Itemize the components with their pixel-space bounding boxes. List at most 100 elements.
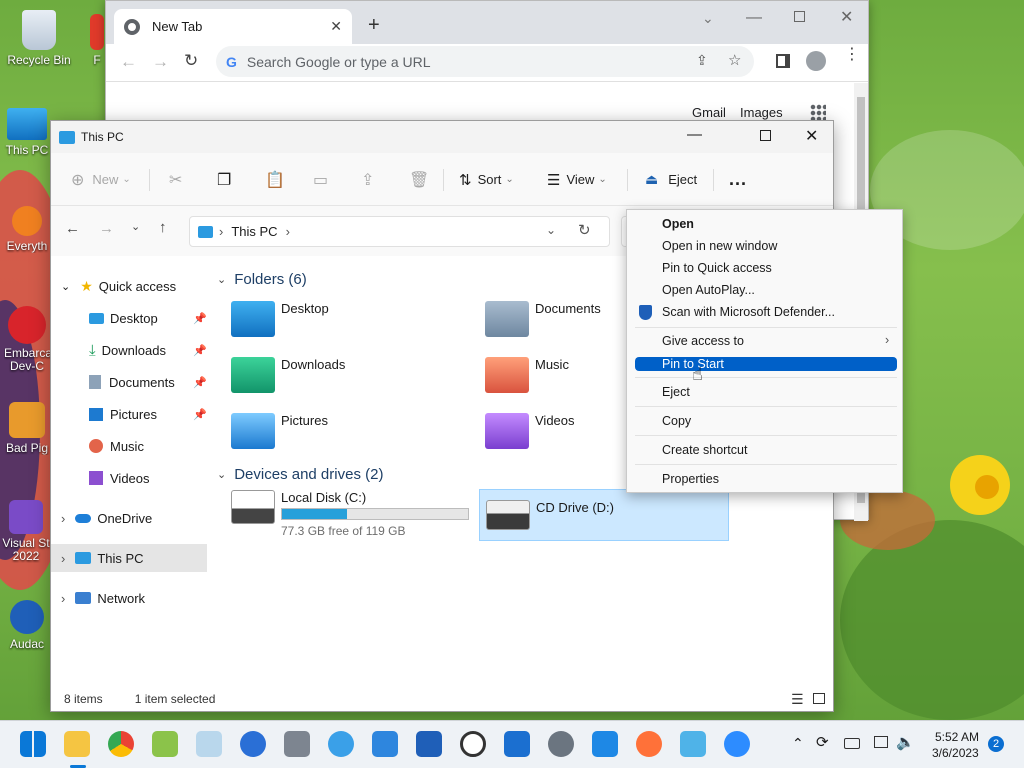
menu-kebab-icon[interactable]: ⋮ xyxy=(844,47,860,63)
reload-icon[interactable]: ↻ xyxy=(184,51,198,71)
chart-app-taskbar-icon[interactable] xyxy=(196,731,222,757)
close-tab-icon[interactable]: ✕ xyxy=(330,18,342,35)
minimize-icon[interactable]: — xyxy=(687,126,702,143)
more-options-icon[interactable]: ... xyxy=(729,153,747,206)
start-button-icon[interactable] xyxy=(20,731,46,757)
menu-copy[interactable]: Copy xyxy=(635,410,897,432)
notepad-taskbar-icon[interactable] xyxy=(372,731,398,757)
photos-taskbar-icon[interactable] xyxy=(416,731,442,757)
calculator-taskbar-icon[interactable] xyxy=(284,731,310,757)
desktop-icon-recycle-bin[interactable]: Recycle Bin xyxy=(4,10,74,67)
headphones-taskbar-icon[interactable] xyxy=(240,731,266,757)
star-icon[interactable]: ☆ xyxy=(728,51,741,69)
drives-section-header[interactable]: ⌄ Devices and drives (2) xyxy=(217,466,383,483)
sort-button[interactable]: ⇅ Sort ⌄ xyxy=(459,153,514,206)
share-icon[interactable]: ⇪ xyxy=(696,52,708,69)
desktop-icon-bad-piggies[interactable]: Bad Pig xyxy=(4,402,50,455)
zoom-taskbar-icon[interactable] xyxy=(724,731,750,757)
details-view-icon[interactable]: ☰ xyxy=(791,691,804,708)
folder-music[interactable]: Music xyxy=(485,357,569,393)
rename-icon[interactable]: ▭ xyxy=(313,153,328,206)
folder-downloads[interactable]: Downloads xyxy=(231,357,345,393)
menu-open-new-window[interactable]: Open in new window xyxy=(635,235,897,257)
maximize-icon[interactable] xyxy=(760,130,771,141)
delete-icon[interactable]: 🗑 xyxy=(409,153,429,206)
nav-onedrive[interactable]: › OneDrive xyxy=(51,504,207,532)
view-button[interactable]: ☰ View ⌄ xyxy=(547,153,607,206)
speaker-icon[interactable]: 🔈 xyxy=(896,733,915,751)
menu-open-autoplay[interactable]: Open AutoPlay... xyxy=(635,279,897,301)
drive-d[interactable]: CD Drive (D:) xyxy=(479,489,729,541)
apps-grid-icon[interactable] xyxy=(810,104,826,120)
menu-pin-to-start[interactable]: Pin to Start xyxy=(635,357,897,371)
nav-pictures[interactable]: Pictures 📌 xyxy=(51,400,207,428)
chrome-taskbar-icon[interactable] xyxy=(108,731,134,757)
nav-videos[interactable]: Videos xyxy=(51,464,207,492)
menu-scan-defender[interactable]: Scan with Microsoft Defender... xyxy=(635,301,897,323)
menu-give-access[interactable]: Give access to › xyxy=(635,330,897,352)
side-panel-icon[interactable] xyxy=(776,54,790,68)
new-tab-icon[interactable]: + xyxy=(368,14,380,37)
calendar-taskbar-icon[interactable] xyxy=(592,731,618,757)
desktop-icon-this-pc[interactable]: This PC xyxy=(4,108,50,157)
folders-section-header[interactable]: ⌄ Folders (6) xyxy=(217,271,307,288)
notification-badge[interactable]: 2 xyxy=(988,736,1004,752)
desktop-icon-everything[interactable]: Everyth xyxy=(4,206,50,253)
chevron-right-icon[interactable]: › xyxy=(61,551,65,566)
monitor-app-taskbar-icon[interactable] xyxy=(680,731,706,757)
copy-icon[interactable]: ❐ xyxy=(217,153,231,206)
folder-desktop[interactable]: Desktop xyxy=(231,301,329,337)
nav-network[interactable]: › Network xyxy=(51,584,207,612)
new-button[interactable]: ⊕ New ⌄ xyxy=(71,153,131,206)
back-icon[interactable]: ← xyxy=(65,220,80,237)
drive-c[interactable]: Local Disk (C:) 77.3 GB free of 119 GB xyxy=(231,490,471,540)
maximize-icon[interactable] xyxy=(794,11,805,22)
close-icon[interactable]: ✕ xyxy=(805,126,818,146)
chrome-tab[interactable]: New Tab ✕ xyxy=(114,9,352,44)
menu-open[interactable]: Open xyxy=(635,213,897,235)
nav-desktop[interactable]: Desktop 📌 xyxy=(51,304,207,332)
chevron-down-icon[interactable]: ⌄ xyxy=(61,280,70,293)
folder-documents[interactable]: Documents xyxy=(485,301,601,337)
clock-taskbar-icon[interactable] xyxy=(460,731,486,757)
nav-documents[interactable]: Documents 📌 xyxy=(51,368,207,396)
menu-pin-quick-access[interactable]: Pin to Quick access xyxy=(635,257,897,279)
forward-icon[interactable]: → xyxy=(152,52,169,72)
pig-game-taskbar-icon[interactable] xyxy=(152,731,178,757)
close-icon[interactable]: ✕ xyxy=(840,7,853,27)
store-taskbar-icon[interactable] xyxy=(504,731,530,757)
clock-time[interactable]: 5:52 AM xyxy=(935,730,979,744)
folder-pictures[interactable]: Pictures xyxy=(231,413,328,449)
desktop-icon-visual-studio[interactable]: Visual St 2022 xyxy=(2,500,50,563)
nav-downloads[interactable]: ⤓ Downloads 📌 xyxy=(51,336,207,364)
address-bar[interactable]: › This PC › ⌄ ↻ xyxy=(189,216,610,247)
sync-icon[interactable]: ⟳ xyxy=(816,733,829,751)
cut-icon[interactable]: ✂ xyxy=(169,153,182,206)
desktop-icon-embarcadero[interactable]: Embarca Dev-C xyxy=(4,306,50,373)
settings-gear-taskbar-icon[interactable] xyxy=(548,731,574,757)
network-icon[interactable] xyxy=(874,736,888,748)
folder-videos[interactable]: Videos xyxy=(485,413,575,449)
omnibox[interactable]: G Search Google or type a URL ⇪ ☆ xyxy=(216,46,754,77)
firefox-taskbar-icon[interactable] xyxy=(636,731,662,757)
file-explorer-taskbar-icon[interactable] xyxy=(64,731,90,757)
paste-icon[interactable]: 📋 xyxy=(265,153,285,206)
recent-chevron-icon[interactable]: ⌄ xyxy=(131,220,140,233)
nav-music[interactable]: Music xyxy=(51,432,207,460)
address-history-icon[interactable]: ⌄ xyxy=(546,223,556,237)
chevron-right-icon[interactable]: › xyxy=(61,591,65,606)
nav-this-pc[interactable]: › This PC xyxy=(51,544,207,572)
chevron-up-icon[interactable]: ⌃ xyxy=(792,735,804,752)
gmail-link[interactable]: Gmail xyxy=(692,105,726,120)
share-icon[interactable]: ⇪ xyxy=(361,153,374,206)
menu-create-shortcut[interactable]: Create shortcut xyxy=(635,439,897,461)
globe-taskbar-icon[interactable] xyxy=(328,731,354,757)
menu-properties[interactable]: Properties xyxy=(635,468,897,490)
minimize-icon[interactable]: — xyxy=(746,9,762,27)
chevron-right-icon[interactable]: › xyxy=(61,511,65,526)
back-icon[interactable]: ← xyxy=(120,52,137,72)
images-link[interactable]: Images xyxy=(740,105,783,120)
menu-eject[interactable]: Eject xyxy=(635,381,897,403)
forward-icon[interactable]: → xyxy=(99,220,114,237)
eject-button[interactable]: ⏏ Eject xyxy=(645,153,697,206)
